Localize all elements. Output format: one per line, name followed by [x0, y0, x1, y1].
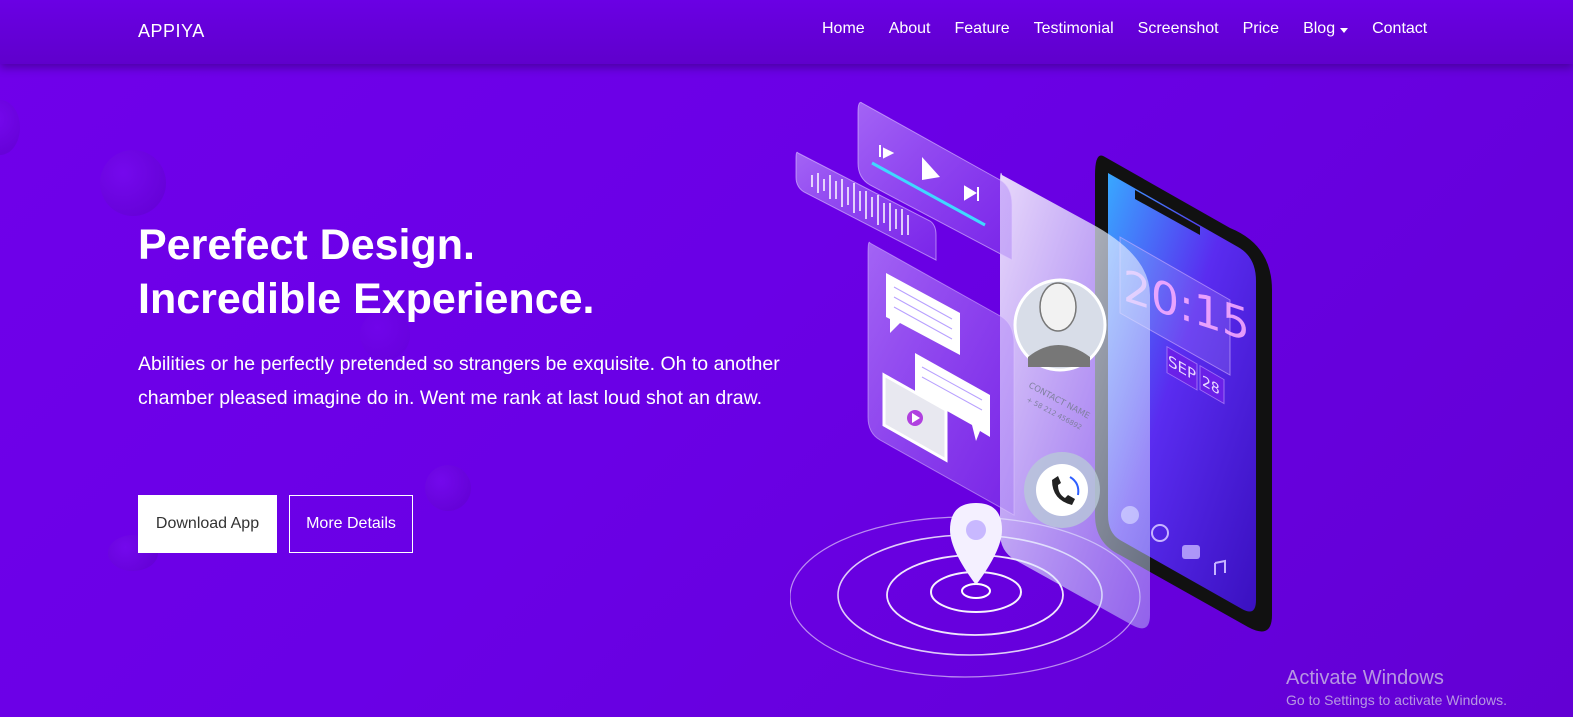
nav-link-about[interactable]: About — [889, 20, 931, 38]
nav-link-feature[interactable]: Feature — [955, 20, 1010, 38]
hero-title-line2: Incredible Experience. — [138, 275, 595, 323]
nav-link-home[interactable]: Home — [822, 20, 865, 38]
windows-activation-watermark: Activate Windows Go to Settings to activ… — [1286, 666, 1507, 710]
nav-link-screenshot[interactable]: Screenshot — [1138, 20, 1219, 38]
hero-title-line1: Perefect Design. — [138, 221, 475, 269]
nav-link-testimonial[interactable]: Testimonial — [1034, 20, 1114, 38]
hero-illustration: 20:15 SEP 28 CONTACT NAME + 58 212 45689… — [790, 102, 1272, 678]
phone-call-icon — [1036, 464, 1088, 516]
decorative-bubble — [0, 100, 20, 155]
decorative-bubble — [100, 150, 166, 216]
nav-link-blog-dropdown[interactable]: Blog — [1303, 20, 1349, 38]
hero-title: Perefect Design. Incredible Experience. — [138, 218, 594, 326]
decorative-bubble — [425, 465, 471, 511]
nav-menu: Home About Feature Testimonial Screensho… — [822, 20, 1427, 38]
navbar: APPIYA Home About Feature Testimonial Sc… — [0, 0, 1573, 64]
caret-down-icon — [1340, 27, 1349, 33]
chat-panel — [867, 241, 1015, 516]
more-details-button[interactable]: More Details — [289, 495, 413, 553]
watermark-subtitle: Go to Settings to activate Windows. — [1286, 692, 1507, 708]
hero-description: Abilities or he perfectly pretended so s… — [138, 353, 780, 409]
download-app-button[interactable]: Download App — [138, 495, 277, 553]
nav-link-contact[interactable]: Contact — [1372, 20, 1427, 38]
watermark-title: Activate Windows — [1286, 667, 1444, 689]
camera-icon — [1182, 545, 1200, 559]
brand-logo[interactable]: APPIYA — [138, 21, 205, 42]
nav-link-blog-label: Blog — [1303, 20, 1336, 37]
nav-link-price[interactable]: Price — [1243, 20, 1279, 38]
